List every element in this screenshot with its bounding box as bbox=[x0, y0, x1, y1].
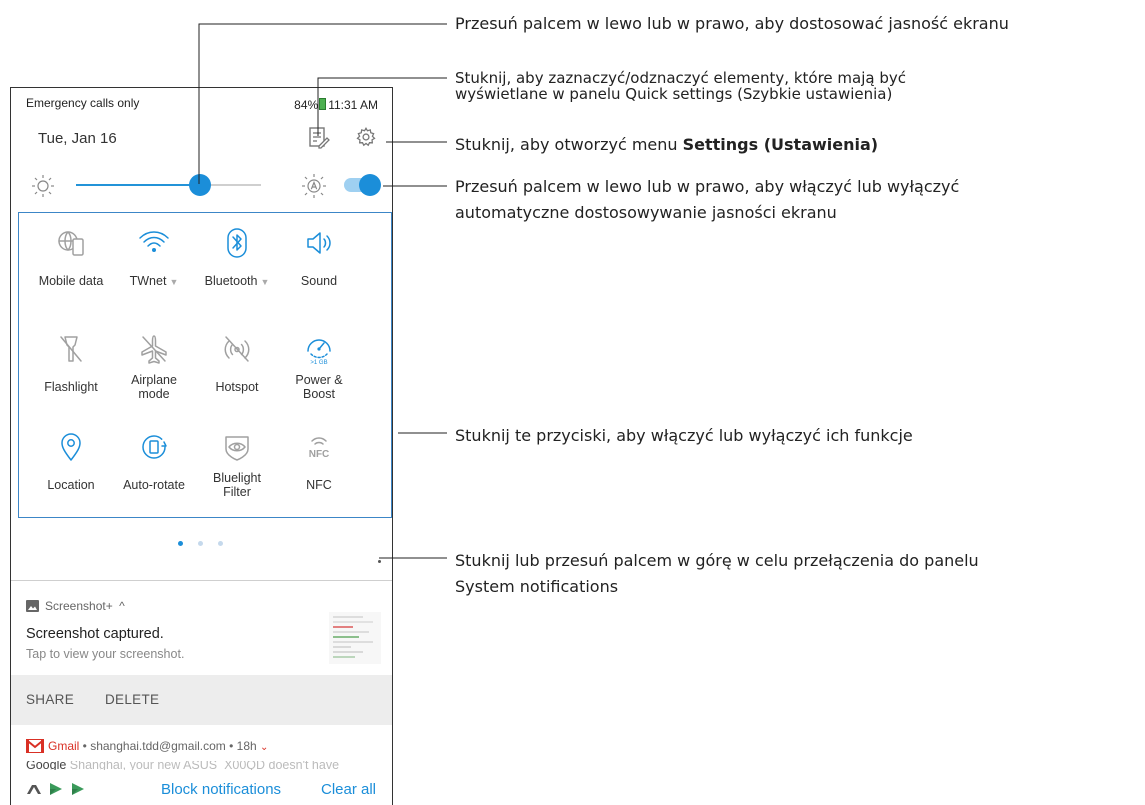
callout-edit-tiles-line1: Stuknij, aby zaznaczyć/odznaczyć element… bbox=[455, 69, 906, 87]
callout-brightness: Przesuń palcem w lewo lub w prawo, aby d… bbox=[455, 14, 1009, 33]
callout-auto-brightness-line2: automatyczne dostosowywanie jasności ekr… bbox=[455, 203, 837, 222]
callout-auto-brightness-line1: Przesuń palcem w lewo lub w prawo, aby w… bbox=[455, 177, 960, 196]
callout-edit-tiles: Stuknij, aby zaznaczyć/odznaczyć element… bbox=[455, 70, 906, 102]
callout-tiles: Stuknij te przyciski, aby włączyć lub wy… bbox=[455, 426, 913, 445]
callout-edit-tiles-line2: wyświetlane w panelu Quick settings (Szy… bbox=[455, 85, 893, 103]
callout-notifications-line1: Stuknij lub przesuń palcem w górę w celu… bbox=[455, 551, 979, 570]
callout-lines bbox=[198, 23, 447, 559]
callout-settings: Stuknij, aby otworzyć menu Settings (Ust… bbox=[455, 132, 878, 158]
manual-page: Emergency calls only 84% 11:31 AM Tue, Ja… bbox=[0, 0, 1145, 805]
callout-settings-bold: Settings (Ustawienia) bbox=[682, 135, 879, 154]
callout-notifications-line2: System notifications bbox=[455, 577, 619, 596]
callout-settings-text: Stuknij, aby otworzyć menu bbox=[455, 135, 683, 154]
callout-auto-brightness: Przesuń palcem w lewo lub w prawo, aby w… bbox=[455, 174, 959, 226]
callout-notifications: Stuknij lub przesuń palcem w górę w celu… bbox=[455, 548, 979, 600]
